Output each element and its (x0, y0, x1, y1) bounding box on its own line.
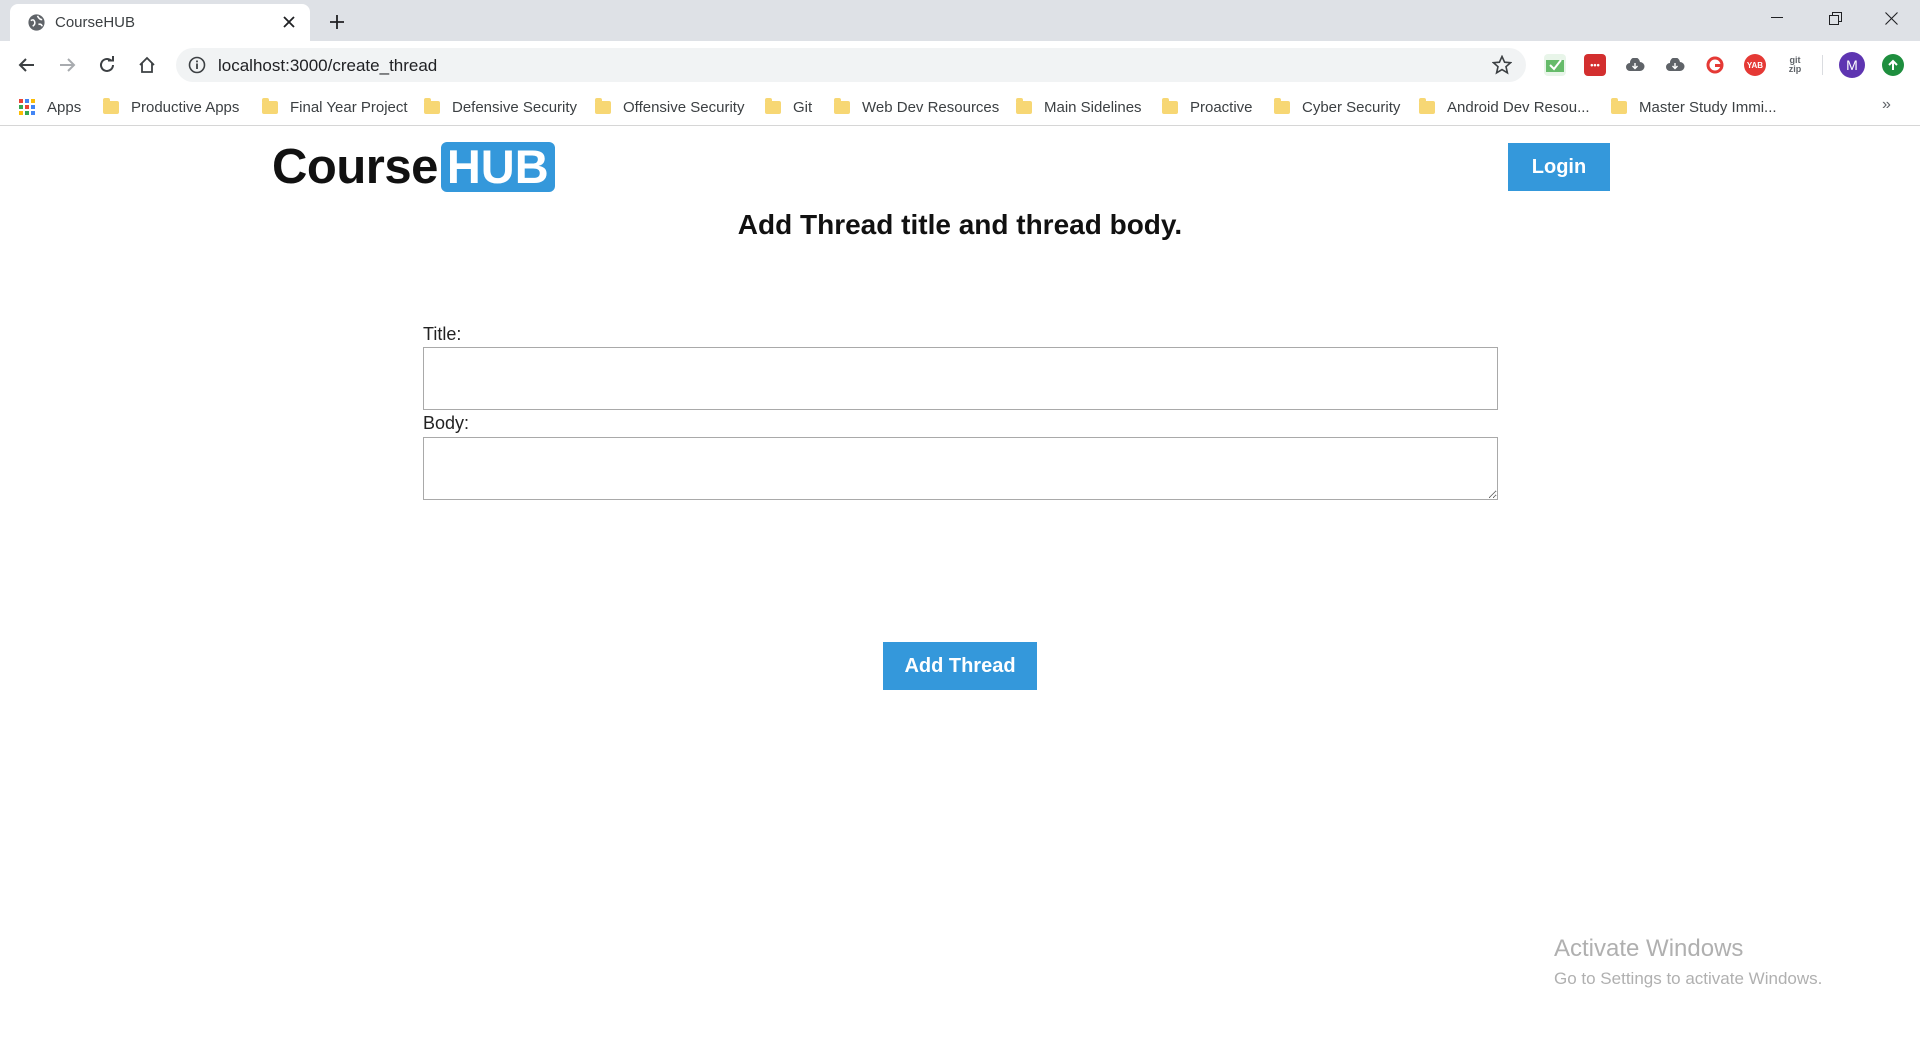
title-input[interactable] (423, 347, 1498, 410)
info-icon[interactable] (188, 56, 206, 74)
profile-initial: M (1846, 57, 1858, 73)
login-button[interactable]: Login (1508, 143, 1610, 191)
bookmark-label: Cyber Security (1302, 98, 1401, 116)
bookmark-folder[interactable]: Productive Apps (103, 96, 239, 118)
reload-icon[interactable] (92, 50, 122, 80)
logo-course-text: Course (272, 140, 438, 194)
folder-icon (103, 97, 119, 114)
create-thread-form: Title: Body: (423, 324, 1498, 500)
folder-icon (595, 97, 611, 114)
bookmark-folder[interactable]: Web Dev Resources (834, 96, 999, 118)
tab-close-icon[interactable] (278, 11, 300, 33)
url-text: localhost:3000/create_thread (218, 56, 438, 75)
globe-icon (28, 14, 45, 31)
site-logo[interactable]: Course HUB (272, 139, 555, 195)
bookmark-label: Offensive Security (623, 98, 745, 116)
bookmark-folder[interactable]: Main Sidelines (1016, 96, 1142, 118)
lastpass-icon[interactable]: ••• (1584, 54, 1606, 76)
bookmark-folder[interactable]: Cyber Security (1274, 96, 1400, 118)
grammarly-icon[interactable] (1704, 54, 1726, 76)
bookmark-folder[interactable]: Android Dev Resou... (1419, 96, 1590, 118)
cloud-download-icon[interactable] (1664, 54, 1686, 76)
folder-icon (262, 97, 278, 114)
address-bar[interactable]: localhost:3000/create_thread (176, 48, 1526, 82)
browser-toolbar: localhost:3000/create_thread ••• YAB git… (0, 41, 1920, 88)
profile-avatar[interactable]: M (1839, 52, 1865, 78)
bookmark-folder[interactable]: Offensive Security (595, 96, 744, 118)
bookmark-label: Defensive Security (452, 98, 578, 116)
bookmark-folder[interactable]: Git (765, 96, 812, 118)
folder-icon (834, 97, 850, 114)
apps-grid-icon (19, 99, 35, 115)
new-tab-icon[interactable] (324, 9, 350, 35)
bookmark-label: Productive Apps (131, 98, 240, 116)
restore-icon[interactable] (1806, 0, 1864, 36)
bookmark-label: Android Dev Resou... (1447, 98, 1590, 116)
bookmark-folder[interactable]: Defensive Security (424, 96, 577, 118)
bookmark-label: Git (793, 98, 813, 116)
windows-activation-watermark: Activate Windows Go to Settings to activ… (1554, 935, 1822, 989)
more-bookmarks-icon[interactable]: » (1882, 96, 1891, 114)
page-title: Add Thread title and thread body. (737, 209, 1183, 240)
folder-icon (1016, 97, 1032, 114)
bookmark-label: Main Sidelines (1044, 98, 1142, 116)
back-icon[interactable] (12, 50, 42, 80)
yab-icon[interactable]: YAB (1744, 54, 1766, 76)
bookmark-label: Apps (47, 98, 82, 116)
folder-icon (1419, 97, 1435, 114)
tab-strip: CourseHUB (0, 0, 1920, 41)
bookmark-apps[interactable]: Apps (19, 96, 81, 118)
close-window-icon[interactable] (1862, 0, 1920, 36)
bookmark-label: Web Dev Resources (862, 98, 1000, 116)
folder-icon (765, 97, 781, 114)
logo-hub-text: HUB (440, 142, 555, 192)
title-label: Title: (423, 324, 462, 344)
bookmark-label: Proactive (1190, 98, 1253, 116)
tab-title: CourseHUB (55, 14, 136, 31)
folder-icon (424, 97, 440, 114)
cloud-icon[interactable] (1624, 54, 1646, 76)
bookmark-label: Master Study Immi... (1639, 98, 1777, 116)
toolbar-separator (1822, 55, 1823, 75)
folder-icon (1162, 97, 1178, 114)
bookmarks-bar: Apps Productive Apps Final Year Project … (0, 88, 1920, 126)
folder-icon (1611, 97, 1627, 114)
browser-tab[interactable]: CourseHUB (10, 4, 310, 41)
mail-check-icon[interactable] (1544, 54, 1566, 76)
body-label: Body: (423, 413, 470, 433)
watermark-subtitle: Go to Settings to activate Windows. (1554, 969, 1823, 988)
bookmark-label: Final Year Project (290, 98, 408, 116)
add-thread-button[interactable]: Add Thread (883, 642, 1037, 690)
page-content: Course HUB Login Add Thread title and th… (0, 127, 1920, 1042)
folder-icon (1274, 97, 1290, 114)
bookmark-star-icon[interactable] (1492, 55, 1512, 75)
bookmark-folder[interactable]: Final Year Project (262, 96, 408, 118)
update-icon[interactable] (1882, 54, 1904, 76)
body-textarea[interactable] (423, 437, 1498, 500)
home-icon[interactable] (132, 50, 162, 80)
forward-icon[interactable] (52, 50, 82, 80)
gitzip-icon[interactable]: git zip (1784, 54, 1806, 76)
minimize-icon[interactable] (1748, 0, 1806, 36)
bookmark-folder[interactable]: Master Study Immi... (1611, 96, 1777, 118)
watermark-title: Activate Windows (1554, 935, 1744, 962)
bookmark-folder[interactable]: Proactive (1162, 96, 1253, 118)
